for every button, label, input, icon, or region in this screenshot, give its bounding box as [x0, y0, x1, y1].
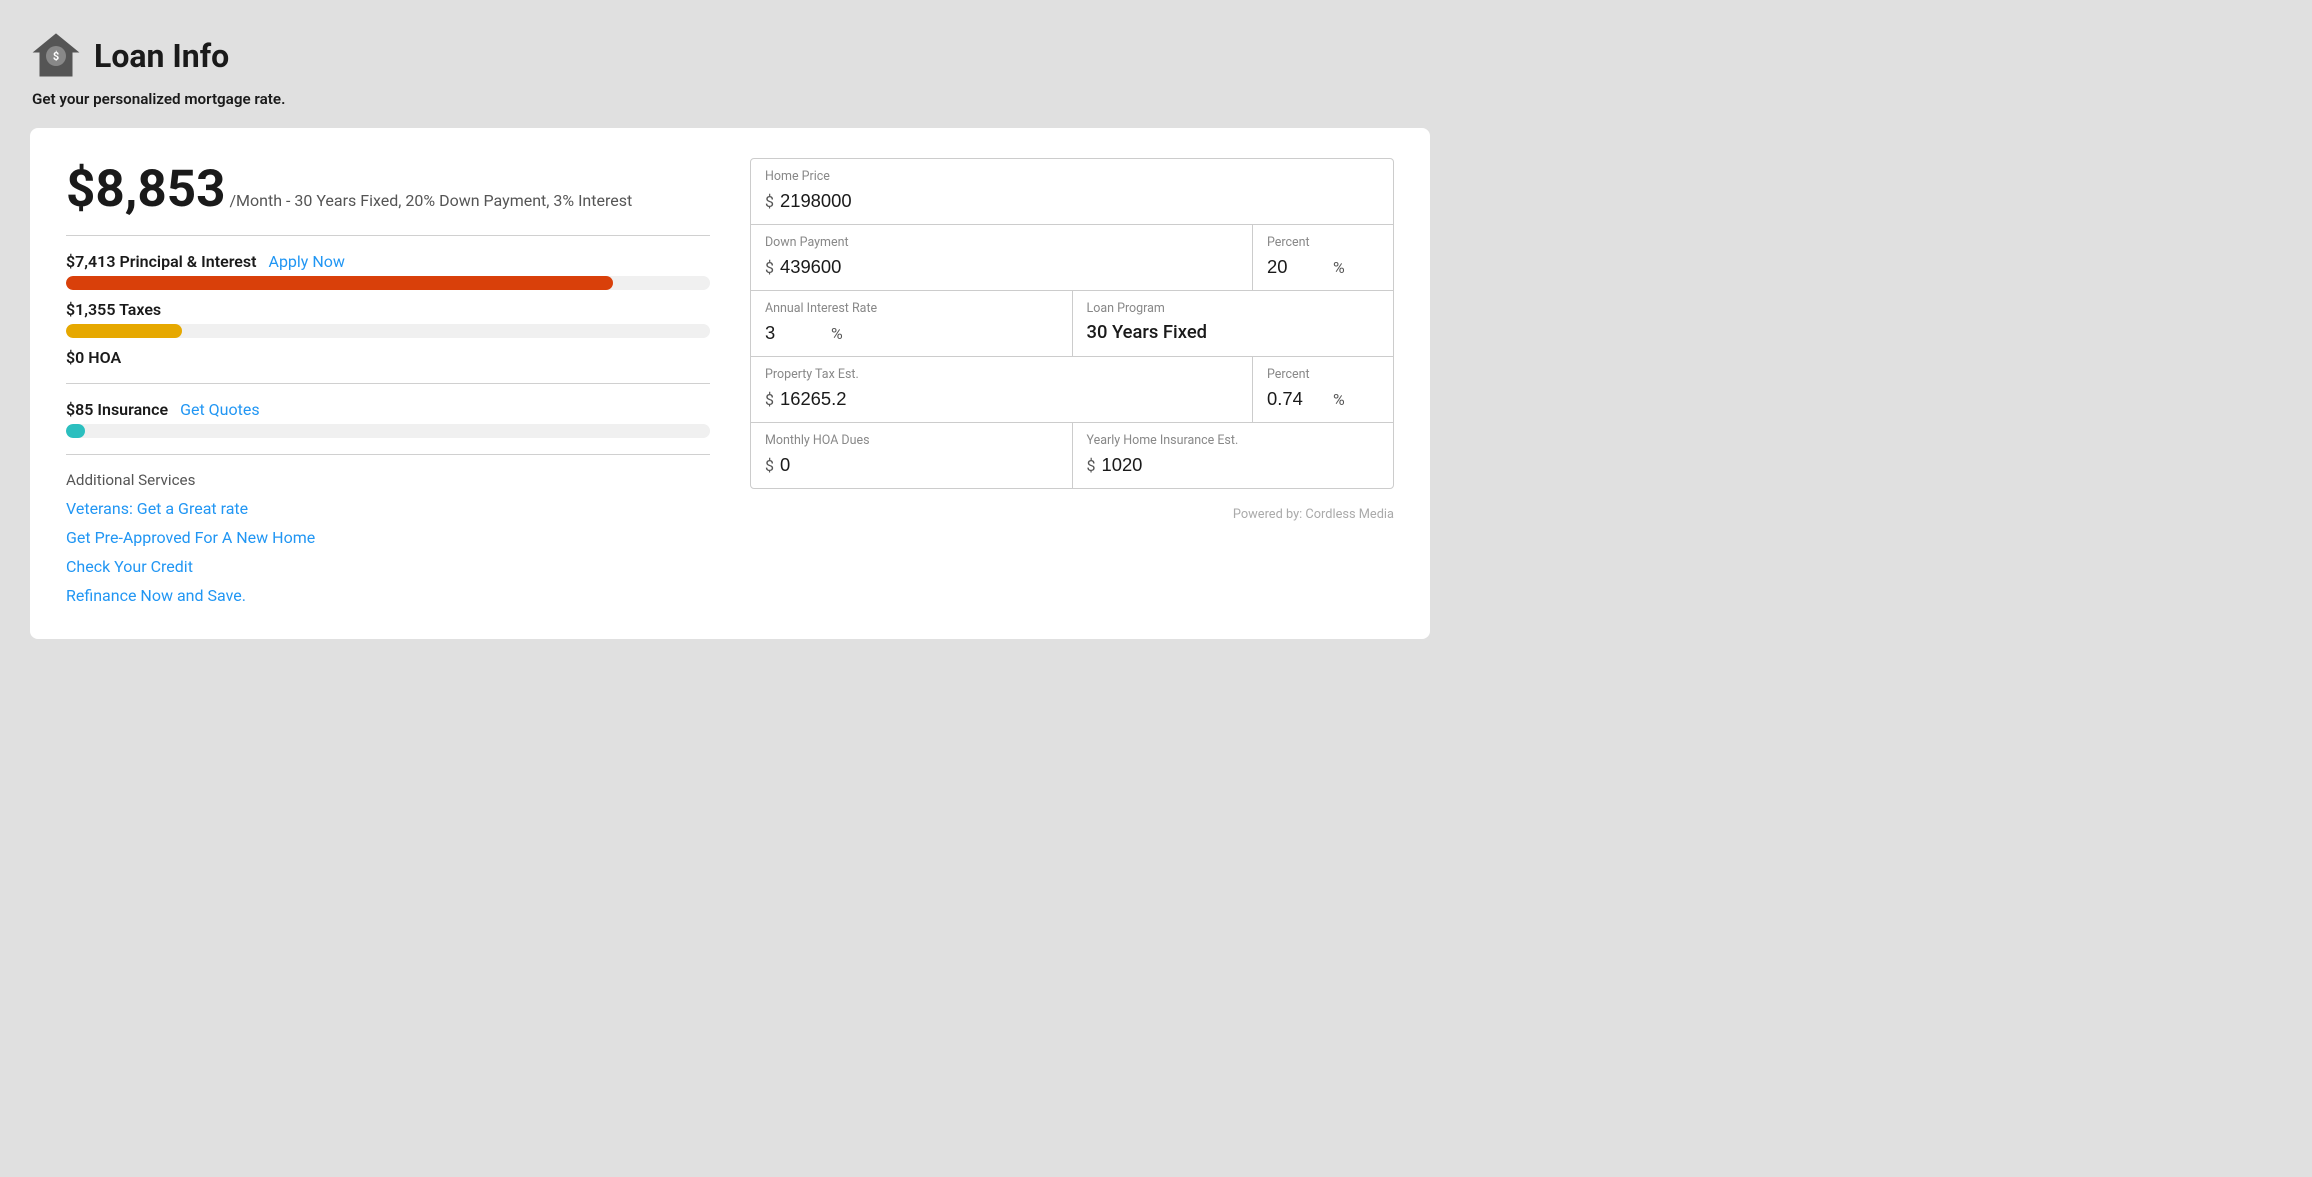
- home-price-box: Home Price $: [751, 159, 1393, 224]
- home-price-row: Home Price $: [751, 159, 1393, 225]
- down-payment-pct-suffix: %: [1333, 258, 1345, 277]
- subtitle: Get your personalized mortgage rate.: [32, 90, 2282, 108]
- property-tax-pct-input[interactable]: [1267, 388, 1327, 410]
- interest-rate-value-row: %: [765, 322, 1058, 344]
- property-tax-input[interactable]: [780, 388, 1238, 410]
- down-payment-value-row: $: [765, 256, 1238, 278]
- monthly-payment-desc: /Month - 30 Years Fixed, 20% Down Paymen…: [229, 191, 632, 210]
- pre-approved-link[interactable]: Get Pre-Approved For A New Home: [66, 528, 710, 547]
- property-tax-currency: $: [765, 390, 774, 409]
- property-tax-pct-suffix: %: [1333, 390, 1345, 409]
- insurance-box: Yearly Home Insurance Est. $: [1073, 423, 1394, 488]
- divider-1: [66, 235, 710, 236]
- home-price-value-row: $: [765, 190, 1379, 212]
- down-payment-box: Down Payment $: [751, 225, 1253, 290]
- powered-by: Powered by: Cordless Media: [750, 507, 1394, 522]
- additional-services-title: Additional Services: [66, 471, 710, 489]
- principal-interest-label: $7,413 Principal & Interest Apply Now: [66, 252, 710, 271]
- taxes-bar-fill: [66, 324, 182, 338]
- interest-rate-suffix: %: [831, 324, 843, 343]
- home-price-label: Home Price: [765, 169, 1379, 184]
- insurance-bar-fill: [66, 424, 85, 438]
- page-title: Loan Info: [94, 37, 229, 75]
- principal-bar-fill: [66, 276, 613, 290]
- home-price-currency: $: [765, 192, 774, 211]
- loan-program-value: 30 Years Fixed: [1087, 322, 1380, 343]
- home-dollar-icon: $: [30, 30, 82, 82]
- insurance-bar-track: [66, 424, 710, 438]
- loan-info-card: $8,853/Month - 30 Years Fixed, 20% Down …: [30, 128, 1430, 639]
- insurance-currency: $: [1087, 456, 1096, 475]
- hoa-currency: $: [765, 456, 774, 475]
- hoa-insurance-row: Monthly HOA Dues $ Yearly Home Insurance…: [751, 423, 1393, 488]
- interest-rate-box: Annual Interest Rate %: [751, 291, 1073, 356]
- loan-program-label: Loan Program: [1087, 301, 1380, 316]
- home-price-input[interactable]: [780, 190, 1379, 212]
- hoa-dues-label: Monthly HOA Dues: [765, 433, 1058, 448]
- page-header: $ Loan Info: [30, 30, 2282, 82]
- hoa-value-row: $: [765, 454, 1058, 476]
- down-payment-input[interactable]: [780, 256, 1238, 278]
- hoa-input[interactable]: [780, 454, 1058, 476]
- taxes-item: $1,355 Taxes: [66, 300, 710, 338]
- property-tax-pct-box: Percent %: [1253, 357, 1393, 422]
- down-payment-pct-input[interactable]: [1267, 256, 1327, 278]
- additional-services: Additional Services Veterans: Get a Grea…: [66, 471, 710, 605]
- loan-program-box: Loan Program 30 Years Fixed: [1073, 291, 1394, 356]
- property-tax-pct-label: Percent: [1267, 367, 1379, 382]
- property-tax-row: Property Tax Est. $ Percent %: [751, 357, 1393, 423]
- property-tax-value-row: $: [765, 388, 1238, 410]
- insurance-input[interactable]: [1102, 454, 1380, 476]
- down-payment-pct-label: Percent: [1267, 235, 1379, 250]
- get-quotes-link[interactable]: Get Quotes: [180, 400, 260, 419]
- right-panel: Home Price $ Down Payment $: [750, 158, 1394, 615]
- interest-rate-input[interactable]: [765, 322, 825, 344]
- down-payment-currency: $: [765, 258, 774, 277]
- apply-now-link[interactable]: Apply Now: [269, 252, 345, 271]
- principal-interest-item: $7,413 Principal & Interest Apply Now: [66, 252, 710, 290]
- svg-text:$: $: [53, 50, 59, 63]
- monthly-payment-row: $8,853/Month - 30 Years Fixed, 20% Down …: [66, 158, 710, 219]
- interest-rate-label: Annual Interest Rate: [765, 301, 1058, 316]
- insurance-label: $85 Insurance Get Quotes: [66, 400, 710, 419]
- hoa-box: Monthly HOA Dues $: [751, 423, 1073, 488]
- insurance-value-row: $: [1087, 454, 1380, 476]
- fields-grid: Home Price $ Down Payment $: [750, 158, 1394, 489]
- interest-loan-row: Annual Interest Rate % Loan Program 30 Y…: [751, 291, 1393, 357]
- divider-3: [66, 454, 710, 455]
- refinance-link[interactable]: Refinance Now and Save.: [66, 586, 710, 605]
- divider-2: [66, 383, 710, 384]
- monthly-payment-amount: $8,853: [66, 158, 225, 219]
- property-tax-label: Property Tax Est.: [765, 367, 1238, 382]
- property-tax-box: Property Tax Est. $: [751, 357, 1253, 422]
- taxes-bar-track: [66, 324, 710, 338]
- down-payment-pct-value-row: %: [1267, 256, 1379, 278]
- hoa-label: $0 HOA: [66, 348, 710, 367]
- insurance-item: $85 Insurance Get Quotes: [66, 400, 710, 438]
- hoa-item: $0 HOA: [66, 348, 710, 367]
- insurance-est-label: Yearly Home Insurance Est.: [1087, 433, 1380, 448]
- left-panel: $8,853/Month - 30 Years Fixed, 20% Down …: [66, 158, 710, 615]
- down-payment-row: Down Payment $ Percent %: [751, 225, 1393, 291]
- property-tax-pct-value-row: %: [1267, 388, 1379, 410]
- taxes-label: $1,355 Taxes: [66, 300, 710, 319]
- down-payment-pct-box: Percent %: [1253, 225, 1393, 290]
- veterans-link[interactable]: Veterans: Get a Great rate: [66, 499, 710, 518]
- check-credit-link[interactable]: Check Your Credit: [66, 557, 710, 576]
- down-payment-label: Down Payment: [765, 235, 1238, 250]
- principal-bar-track: [66, 276, 710, 290]
